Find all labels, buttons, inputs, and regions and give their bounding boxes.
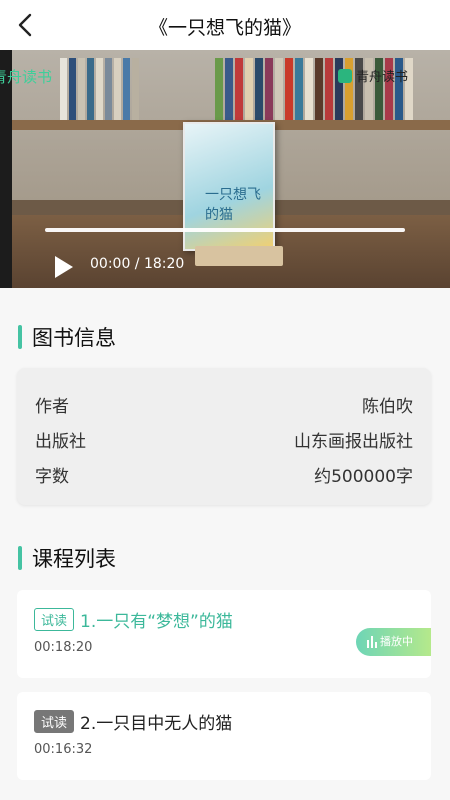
info-value: 陈伯吹 [362,397,413,417]
section-accent-bar [18,546,22,570]
video-player[interactable]: 一只想飞的猫 青舟读书 青舟读书 00:00 / 18:20 [0,50,450,288]
info-row-author: 作者 陈伯吹 [35,392,413,417]
book-cover-title: 一只想飞的猫 [205,187,261,223]
info-value: 山东画报出版社 [294,432,413,452]
course-item[interactable]: 试读 2.一只目中无人的猫 00:16:32 [17,692,431,780]
course-title-line: 试读 2.一只目中无人的猫 [34,709,232,734]
info-label: 字数 [35,467,69,487]
info-label: 作者 [35,397,69,417]
watermark-right-text: 青舟读书 [356,70,409,85]
watermark-left: 青舟读书 [0,68,53,86]
watermark-right: 青舟读书 [338,66,408,85]
info-label: 出版社 [35,432,86,452]
info-row-publisher: 出版社 山东画报出版社 [35,427,413,452]
video-time: 00:00 / 18:20 [90,256,185,272]
book-info-card: 作者 陈伯吹 出版社 山东画报出版社 字数 约500000字 [17,368,431,505]
course-title-line: 试读 1.一只有“梦想”的猫 [34,607,233,632]
course-title: 1.一只有“梦想”的猫 [80,612,233,632]
course-list-heading: 课程列表 [18,543,116,573]
top-bar: 《一只想飞的猫》 [0,0,450,50]
section-accent-bar [18,325,22,349]
info-value: 约500000字 [314,467,413,487]
playing-label: 播放中 [380,635,413,648]
course-list-heading-text: 课程列表 [32,547,116,571]
trial-badge: 试读 [34,710,75,733]
video-progress-bar[interactable] [45,228,405,232]
book-stand [195,246,283,266]
info-row-wordcount: 字数 约500000字 [35,462,413,487]
trial-badge: 试读 [34,608,75,631]
video-books-left [60,58,139,120]
playing-badge: 播放中 [356,628,431,656]
page-title: 《一只想飞的猫》 [148,17,301,39]
equalizer-icon [367,636,377,648]
course-duration: 00:16:32 [34,742,93,757]
brand-logo-icon [338,69,352,83]
play-icon[interactable] [52,254,76,280]
course-duration: 00:18:20 [34,640,93,655]
book-info-heading: 图书信息 [18,322,116,352]
course-title: 2.一只目中无人的猫 [80,714,233,734]
book-info-heading-text: 图书信息 [32,326,116,350]
